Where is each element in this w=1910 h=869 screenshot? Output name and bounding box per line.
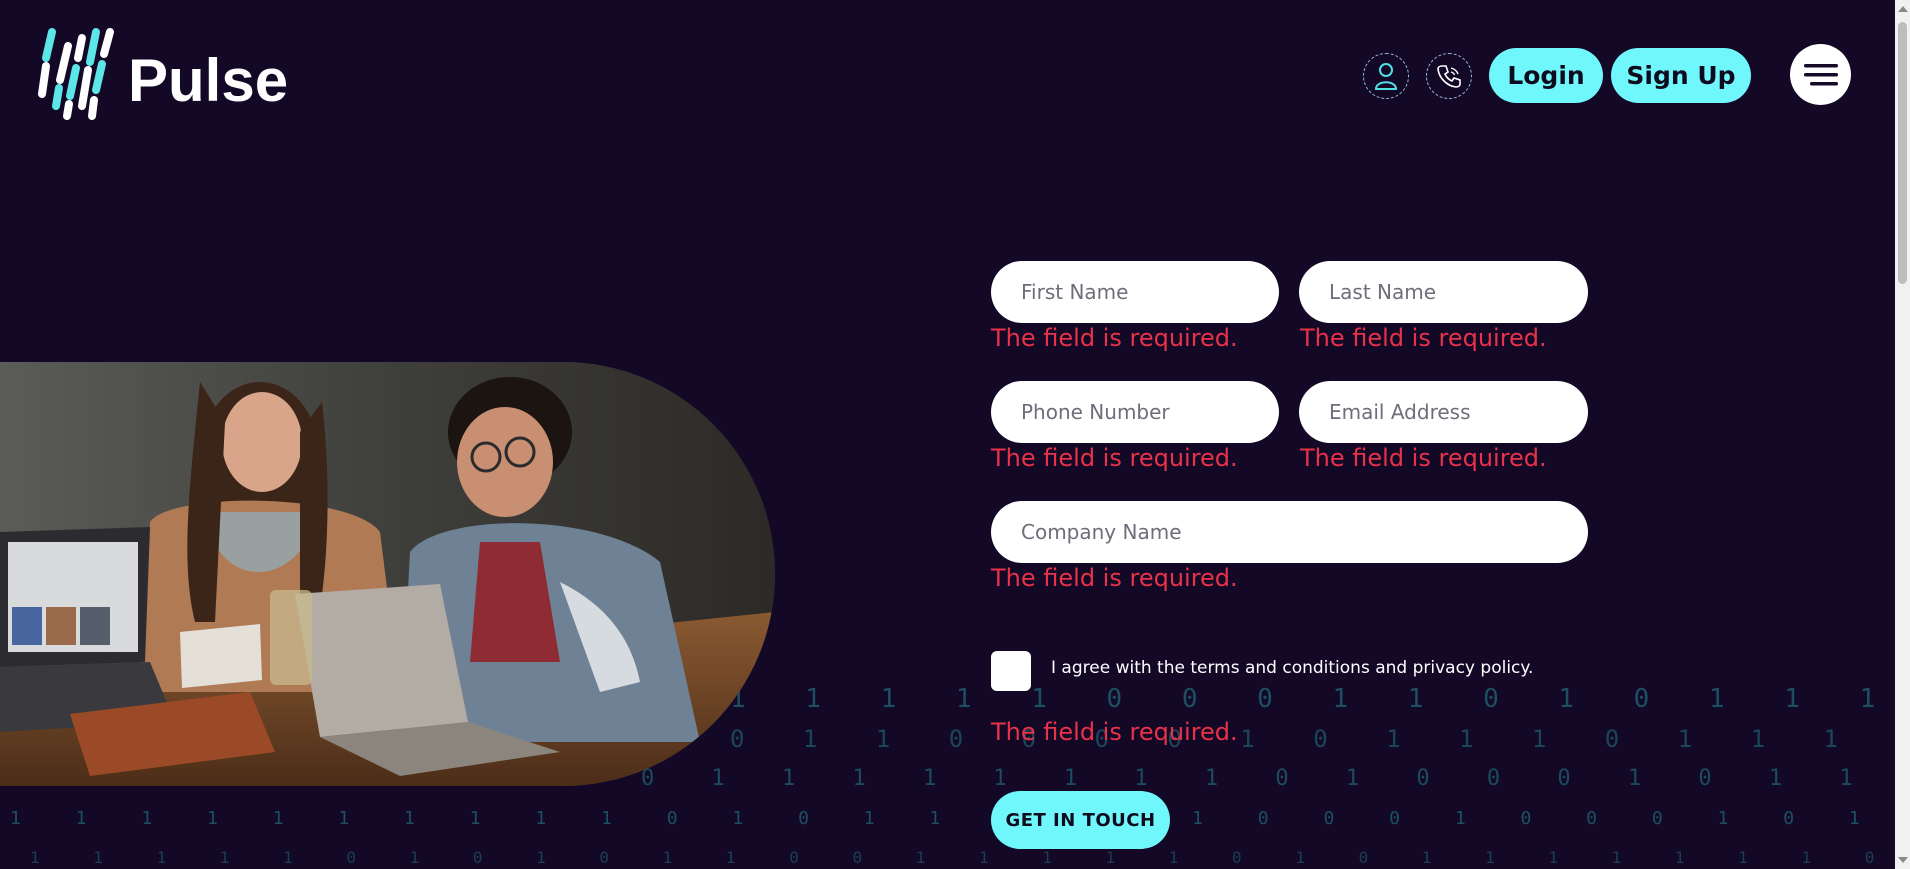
phone-number-error: The field is required. [991, 444, 1238, 472]
phone-number-input[interactable] [991, 381, 1279, 443]
hamburger-menu-icon [1803, 63, 1838, 85]
last-name-input[interactable] [1299, 261, 1588, 323]
logo-text: Pulse [128, 46, 289, 114]
company-name-input[interactable] [991, 501, 1588, 563]
page: 1 1 1 1 1 0 0 0 1 1 0 1 0 1 1 1 0 1 1 1 … [0, 0, 1910, 869]
first-name-error: The field is required. [991, 324, 1238, 352]
login-button[interactable]: Login [1489, 48, 1603, 103]
hero-photo [0, 362, 775, 786]
scroll-thumb[interactable] [1898, 22, 1907, 284]
people-with-laptops-image [0, 362, 775, 786]
get-in-touch-button[interactable]: GET IN TOUCH [991, 791, 1170, 849]
page-scrollbar[interactable] [1895, 0, 1910, 869]
email-address-input[interactable] [1299, 381, 1588, 443]
company-name-error: The field is required. [991, 564, 1238, 592]
pulse-logo-icon [38, 28, 114, 120]
user-icon [1374, 63, 1398, 90]
binary-row: 1 1 1 1 1 1 1 1 1 1 0 1 0 1 1 1 0 1 1 0 … [10, 808, 1895, 829]
email-address-error: The field is required. [1300, 444, 1547, 472]
menu-button[interactable] [1790, 44, 1851, 105]
binary-row: 1 1 1 1 1 0 0 0 1 1 0 1 0 1 1 1 0 1 1 1 … [730, 684, 1895, 714]
terms-checkbox-label[interactable]: I agree with the terms and conditions an… [1051, 658, 1533, 678]
scroll-up-arrow-icon[interactable] [1898, 6, 1908, 12]
first-name-input[interactable] [991, 261, 1279, 323]
binary-row: 1 1 0 1 1 1 1 1 1 1 1 0 1 0 0 0 1 0 1 1 … [500, 766, 1895, 791]
phone-icon [1437, 65, 1461, 88]
user-account-button[interactable] [1363, 53, 1409, 99]
binary-row: 0 1 1 0 0 0 0 1 0 1 1 1 0 1 1 1 1 1 1 1 … [730, 725, 1895, 753]
scroll-down-arrow-icon[interactable] [1898, 857, 1908, 863]
phone-contact-button[interactable] [1426, 53, 1472, 99]
logo[interactable]: Pulse [38, 24, 288, 124]
binary-row: 1 1 1 1 1 0 1 0 1 0 1 1 0 0 1 1 1 1 1 0 … [30, 848, 1895, 867]
terms-checkbox[interactable] [991, 651, 1031, 691]
signup-button[interactable]: Sign Up [1611, 48, 1751, 103]
last-name-error: The field is required. [1300, 324, 1547, 352]
terms-error: The field is required. [991, 718, 1238, 746]
